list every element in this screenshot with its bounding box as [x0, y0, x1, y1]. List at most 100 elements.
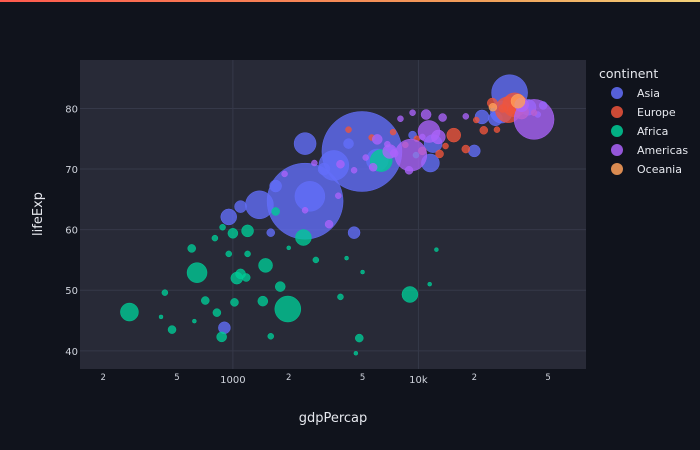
data-point[interactable]	[187, 244, 196, 253]
data-point[interactable]	[446, 127, 461, 143]
data-point[interactable]	[337, 293, 344, 301]
data-point[interactable]	[281, 170, 288, 178]
data-point[interactable]	[241, 273, 251, 282]
data-point[interactable]	[269, 179, 282, 193]
data-point[interactable]	[324, 219, 334, 229]
data-point[interactable]	[225, 250, 232, 258]
data-point[interactable]	[295, 229, 312, 246]
data-point[interactable]	[167, 325, 177, 334]
data-point[interactable]	[479, 126, 489, 135]
data-point[interactable]	[241, 224, 254, 238]
legend-item-americas[interactable]: Americas	[611, 144, 688, 157]
data-point[interactable]	[353, 350, 359, 356]
data-point[interactable]	[362, 154, 369, 161]
x-tick-label: 5	[360, 373, 365, 383]
data-point[interactable]	[368, 162, 378, 172]
data-point[interactable]	[473, 116, 480, 124]
data-point[interactable]	[344, 255, 349, 261]
data-point[interactable]	[493, 126, 501, 133]
data-point[interactable]	[434, 247, 439, 252]
legend-label: Africa	[637, 125, 668, 138]
x-tick-label: 2	[286, 373, 291, 383]
y-tick-label: 80	[65, 104, 78, 115]
data-point[interactable]	[389, 149, 399, 158]
x-axis-title: gdpPercap	[299, 411, 368, 426]
data-point[interactable]	[257, 295, 269, 307]
data-point[interactable]	[510, 93, 526, 109]
data-point[interactable]	[394, 138, 428, 172]
data-point[interactable]	[245, 190, 274, 220]
y-tick-label: 40	[65, 347, 78, 358]
data-point[interactable]	[389, 128, 397, 136]
data-point[interactable]	[419, 133, 426, 141]
data-point[interactable]	[216, 331, 227, 343]
data-point[interactable]	[355, 333, 364, 343]
legend-item-europe[interactable]: Europe	[611, 106, 676, 119]
legend-marker	[611, 144, 623, 156]
data-point[interactable]	[350, 167, 358, 174]
data-point[interactable]	[227, 228, 239, 239]
data-point[interactable]	[462, 113, 470, 120]
data-point[interactable]	[431, 129, 446, 145]
data-point[interactable]	[488, 103, 498, 112]
data-point[interactable]	[336, 159, 345, 169]
data-point[interactable]	[266, 228, 276, 237]
data-point[interactable]	[311, 159, 318, 167]
data-point[interactable]	[427, 281, 432, 287]
data-point[interactable]	[301, 207, 309, 214]
data-point[interactable]	[220, 208, 237, 226]
data-point[interactable]	[317, 162, 331, 176]
x-tick-label: 2	[472, 373, 477, 383]
x-tick-label: 5	[545, 373, 550, 383]
data-point[interactable]	[397, 115, 404, 123]
data-point[interactable]	[498, 104, 508, 113]
data-point[interactable]	[442, 142, 449, 150]
data-point[interactable]	[274, 295, 302, 323]
y-tick-label: 70	[65, 165, 78, 176]
legend-item-oceania[interactable]: Oceania	[611, 163, 682, 176]
data-point[interactable]	[219, 223, 226, 231]
legend[interactable]: Asia Europe Africa Americas Oceania	[611, 87, 688, 176]
data-point[interactable]	[120, 302, 139, 322]
data-point[interactable]	[161, 289, 169, 296]
data-point[interactable]	[438, 113, 447, 122]
data-point[interactable]	[192, 318, 197, 324]
data-point[interactable]	[401, 286, 419, 303]
data-point[interactable]	[345, 126, 352, 133]
data-point[interactable]	[312, 256, 320, 264]
data-point[interactable]	[212, 308, 222, 317]
data-point[interactable]	[468, 144, 481, 158]
data-point[interactable]	[404, 166, 414, 175]
data-point[interactable]	[335, 192, 342, 199]
data-point[interactable]	[294, 181, 326, 212]
data-point[interactable]	[286, 245, 291, 251]
data-point[interactable]	[274, 281, 286, 292]
data-point[interactable]	[271, 207, 280, 216]
x-tick-labels: 2 5 1000 2 5 10k 2 5	[100, 373, 550, 386]
legend-marker	[611, 106, 623, 118]
data-point[interactable]	[158, 314, 164, 320]
data-point[interactable]	[420, 109, 432, 120]
data-point[interactable]	[186, 262, 208, 283]
data-point[interactable]	[384, 140, 391, 148]
data-point[interactable]	[230, 298, 239, 307]
data-point[interactable]	[234, 200, 247, 213]
data-point[interactable]	[244, 250, 251, 258]
legend-item-asia[interactable]: Asia	[611, 87, 660, 100]
data-point[interactable]	[343, 138, 354, 149]
legend-item-africa[interactable]: Africa	[611, 125, 668, 138]
data-point[interactable]	[211, 234, 219, 242]
data-point[interactable]	[293, 132, 317, 155]
data-point[interactable]	[372, 134, 383, 145]
data-point[interactable]	[201, 296, 210, 305]
data-point[interactable]	[347, 226, 361, 239]
data-point[interactable]	[435, 149, 444, 159]
data-point[interactable]	[267, 333, 275, 340]
data-point[interactable]	[461, 144, 471, 154]
legend-label: Asia	[637, 87, 660, 100]
x-tick-label: 1000	[220, 375, 245, 386]
data-point[interactable]	[360, 269, 365, 275]
x-tick-label: 5	[174, 373, 179, 383]
data-point[interactable]	[258, 258, 273, 273]
data-point[interactable]	[409, 109, 416, 116]
